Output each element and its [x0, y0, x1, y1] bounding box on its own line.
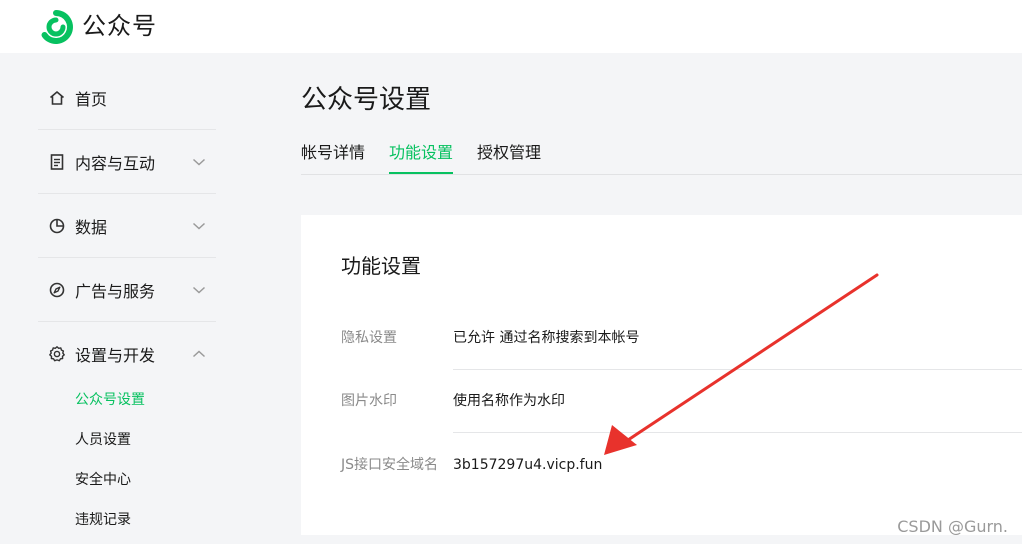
card-title: 功能设置	[341, 254, 421, 278]
tab-function-settings[interactable]: 功能设置	[389, 140, 454, 174]
wechat-official-account-logo-icon[interactable]	[38, 9, 74, 45]
function-settings-card: 功能设置 隐私设置 已允许 通过名称搜索到本帐号 图片水印 使用名称作为水印 J…	[301, 215, 1022, 535]
sidebar-submenu: 公众号设置 人员设置 安全中心 违规记录	[38, 380, 216, 540]
row-label: JS接口安全域名	[341, 457, 439, 473]
sidebar-item-label: 广告与服务	[75, 281, 156, 301]
sidebar-item-label: 首页	[75, 89, 108, 109]
sidebar-item-label: 内容与互动	[75, 153, 156, 173]
sidebar-item-ads-services[interactable]: 广告与服务	[38, 258, 216, 322]
gear-icon	[49, 345, 65, 361]
row-label: 隐私设置	[341, 330, 397, 346]
sidebar-item-home[interactable]: 首页	[38, 66, 216, 130]
sidebar-item-label: 设置与开发	[75, 345, 156, 365]
settings-row-privacy: 隐私设置 已允许 通过名称搜索到本帐号	[341, 307, 1022, 370]
sidebar-subitem-member-settings[interactable]: 人员设置	[38, 420, 216, 460]
sidebar: 首页 内容与互动 数据 广告与服务 设置与开发	[38, 66, 216, 385]
chevron-down-icon[interactable]	[191, 154, 207, 170]
chevron-down-icon[interactable]	[191, 282, 207, 298]
js-safe-domain-value: 3b157297u4.vicp.fun	[453, 457, 603, 473]
chevron-down-icon[interactable]	[191, 218, 207, 234]
sidebar-subitem-account-settings[interactable]: 公众号设置	[38, 380, 216, 420]
tab-bar: 帐号详情 功能设置 授权管理	[301, 140, 1022, 175]
document-icon	[50, 153, 64, 170]
row-value: 使用名称作为水印	[453, 393, 565, 409]
home-icon	[49, 90, 65, 105]
sidebar-item-data[interactable]: 数据	[38, 194, 216, 258]
tab-account-details[interactable]: 帐号详情	[301, 140, 365, 173]
watermark: CSDN @Gurn.	[897, 517, 1008, 536]
brand-name[interactable]: 公众号	[82, 10, 157, 42]
sidebar-item-label: 数据	[75, 217, 108, 237]
pie-chart-icon	[49, 218, 65, 233]
row-value: 已允许 通过名称搜索到本帐号	[453, 330, 640, 346]
tab-authorization-management[interactable]: 授权管理	[477, 140, 541, 173]
row-label: 图片水印	[341, 393, 397, 409]
settings-row-js-safe-domain: JS接口安全域名 3b157297u4.vicp.fun	[341, 433, 1022, 496]
sidebar-subitem-security-center[interactable]: 安全中心	[38, 460, 216, 500]
settings-row-image-watermark: 图片水印 使用名称作为水印	[341, 370, 1022, 433]
sidebar-item-content[interactable]: 内容与互动	[38, 130, 216, 194]
chevron-up-icon[interactable]	[191, 346, 207, 362]
page-title: 公众号设置	[301, 85, 432, 115]
compass-icon	[49, 282, 65, 297]
sidebar-subitem-violation-records[interactable]: 违规记录	[38, 500, 216, 540]
top-bar: 公众号	[0, 0, 1022, 53]
sidebar-item-settings-dev[interactable]: 设置与开发	[38, 322, 216, 385]
